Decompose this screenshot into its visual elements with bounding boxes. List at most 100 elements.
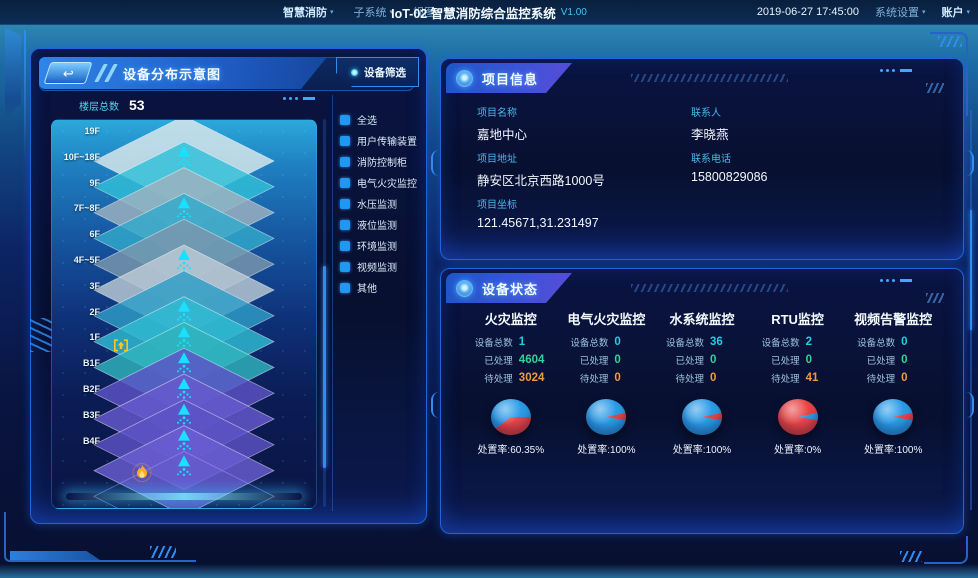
filter-checkbox-item[interactable]: 液位监测 <box>340 214 424 235</box>
field-value: 李晓燕 <box>691 124 729 143</box>
device-status-column: 水系统监控 设备总数36 已处理0 待处理0 处置率:100% <box>654 309 750 456</box>
checkbox[interactable] <box>340 199 350 209</box>
menu-smart-fire[interactable]: 智慧消防 ▾ <box>283 4 334 20</box>
chart-scrollbar <box>323 119 326 507</box>
stat-label: 待处理 <box>658 371 704 385</box>
corner-decoration <box>938 36 962 47</box>
floor-label: 10F~18F <box>58 152 100 162</box>
floor-label: 6F <box>58 229 100 239</box>
filter-checkbox-item[interactable]: 环境监测 <box>340 235 424 256</box>
hatch-decoration <box>631 74 788 82</box>
corner-decoration <box>5 28 21 120</box>
checkbox[interactable] <box>340 283 350 293</box>
device-filter-header[interactable]: 设备筛选 <box>336 57 419 87</box>
filter-checkbox-item[interactable]: 电气火灾监控 <box>340 172 424 193</box>
bracket-decoration <box>964 150 974 176</box>
filter-checkbox-item[interactable]: 视频监测 <box>340 256 424 277</box>
floor-label: B1F <box>58 358 100 368</box>
stat-label: 已处理 <box>562 353 608 367</box>
pending-value: 0 <box>710 372 746 384</box>
device-total-value: 36 <box>710 336 746 348</box>
corner-decoration <box>924 536 968 564</box>
floor-label: 1F <box>58 332 100 342</box>
floor-label: B4F <box>58 436 100 446</box>
app-version: V1.00 <box>561 7 587 18</box>
stat-label: 设备总数 <box>658 335 704 349</box>
filter-item-label: 全选 <box>357 112 377 127</box>
panel-title: 设备分布示意图 <box>123 64 221 83</box>
dots-decoration <box>880 279 912 282</box>
checkbox[interactable] <box>340 136 350 146</box>
checkbox[interactable] <box>340 262 350 272</box>
field-value: 121.45671,31.231497 <box>477 216 599 230</box>
corner-decoration <box>24 30 26 160</box>
field-contact-phone: 联系电话 15800829086 <box>691 150 767 184</box>
system-settings-menu[interactable]: 系统设置 ▾ <box>875 4 926 20</box>
filter-title: 设备筛选 <box>364 65 406 80</box>
stat-label: 待处理 <box>849 371 895 385</box>
dots-decoration <box>283 97 315 100</box>
stat-label: 设备总数 <box>562 335 608 349</box>
checkbox[interactable] <box>340 241 350 251</box>
processed-value: 0 <box>901 354 937 366</box>
checkbox[interactable] <box>340 115 350 125</box>
floor-total-label: 楼层总数 <box>79 98 119 113</box>
filter-item-label: 用户传输装置 <box>357 133 417 148</box>
filter-checkbox-item[interactable]: 其他 <box>340 277 424 298</box>
floor-label: 19F <box>58 126 100 136</box>
back-button[interactable]: ↩ <box>43 62 92 84</box>
filter-checkbox-item[interactable]: 消防控制柜 <box>340 151 424 172</box>
disposal-rate-label: 处置率:100% <box>654 441 750 456</box>
checkbox[interactable] <box>340 178 350 188</box>
filter-checkbox-item[interactable]: 全选 <box>340 109 424 130</box>
menu-subsystem[interactable]: 子系统 ▾ <box>354 4 394 20</box>
filter-item-label: 电气火灾监控 <box>357 175 417 190</box>
scrollbar-thumb[interactable] <box>323 266 326 468</box>
field-value: 静安区北京西路1000号 <box>477 170 605 189</box>
disposal-pie-chart <box>682 399 722 435</box>
floor-label: 2F <box>58 307 100 317</box>
field-label: 项目坐标 <box>477 196 599 211</box>
field-project-coords: 项目坐标 121.45671,31.231497 <box>477 196 599 230</box>
account-menu[interactable]: 账户 ▾ <box>941 4 970 20</box>
disposal-rate-label: 处置率:60.35% <box>463 441 559 456</box>
chevron-down-icon: ▾ <box>922 8 926 16</box>
dots-decoration <box>880 69 912 72</box>
floor-label: 7F~8F <box>58 203 100 213</box>
field-value: 15800829086 <box>691 170 767 184</box>
status-column-title: RTU监控 <box>750 309 846 331</box>
checkbox[interactable] <box>340 157 350 167</box>
menu-label: 账户 <box>941 4 963 20</box>
stat-label: 待处理 <box>562 371 608 385</box>
device-total-value: 2 <box>806 336 842 348</box>
floor-label: B3F <box>58 410 100 420</box>
checkbox[interactable] <box>340 220 350 230</box>
device-status-panel: 设备状态 火灾监控 设备总数1 已处理4604 待处理3024 处置率:60.3… <box>440 268 964 534</box>
disposal-pie-chart <box>491 399 531 435</box>
status-column-title: 电气火灾监控 <box>559 309 655 331</box>
edge-decoration <box>970 110 972 510</box>
floor-label: 4F~5F <box>58 255 100 265</box>
floor-label: 3F <box>58 281 100 291</box>
filter-checkbox-item[interactable]: 水压监测 <box>340 193 424 214</box>
pending-value: 0 <box>614 372 650 384</box>
pending-value: 41 <box>806 372 842 384</box>
filter-checkbox-item[interactable]: 用户传输装置 <box>340 130 424 151</box>
filter-item-label: 水压监测 <box>357 196 397 211</box>
back-icon: ↩ <box>63 67 74 80</box>
field-value: 嘉地中心 <box>477 124 527 143</box>
device-status-column: 电气火灾监控 设备总数0 已处理0 待处理0 处置率:100% <box>559 309 655 456</box>
filter-item-label: 视频监测 <box>357 259 397 274</box>
stat-label: 已处理 <box>754 353 800 367</box>
edge-decoration <box>970 210 972 330</box>
stat-label: 设备总数 <box>467 335 513 349</box>
field-label: 联系电话 <box>691 150 767 165</box>
processed-value: 0 <box>806 354 842 366</box>
chevron-down-icon: ▾ <box>966 8 970 16</box>
divider <box>332 95 333 511</box>
pending-value: 0 <box>901 372 937 384</box>
filter-item-label: 环境监测 <box>357 238 397 253</box>
field-label: 联系人 <box>691 104 729 119</box>
disposal-pie-chart <box>586 399 626 435</box>
filter-item-label: 消防控制柜 <box>357 154 407 169</box>
